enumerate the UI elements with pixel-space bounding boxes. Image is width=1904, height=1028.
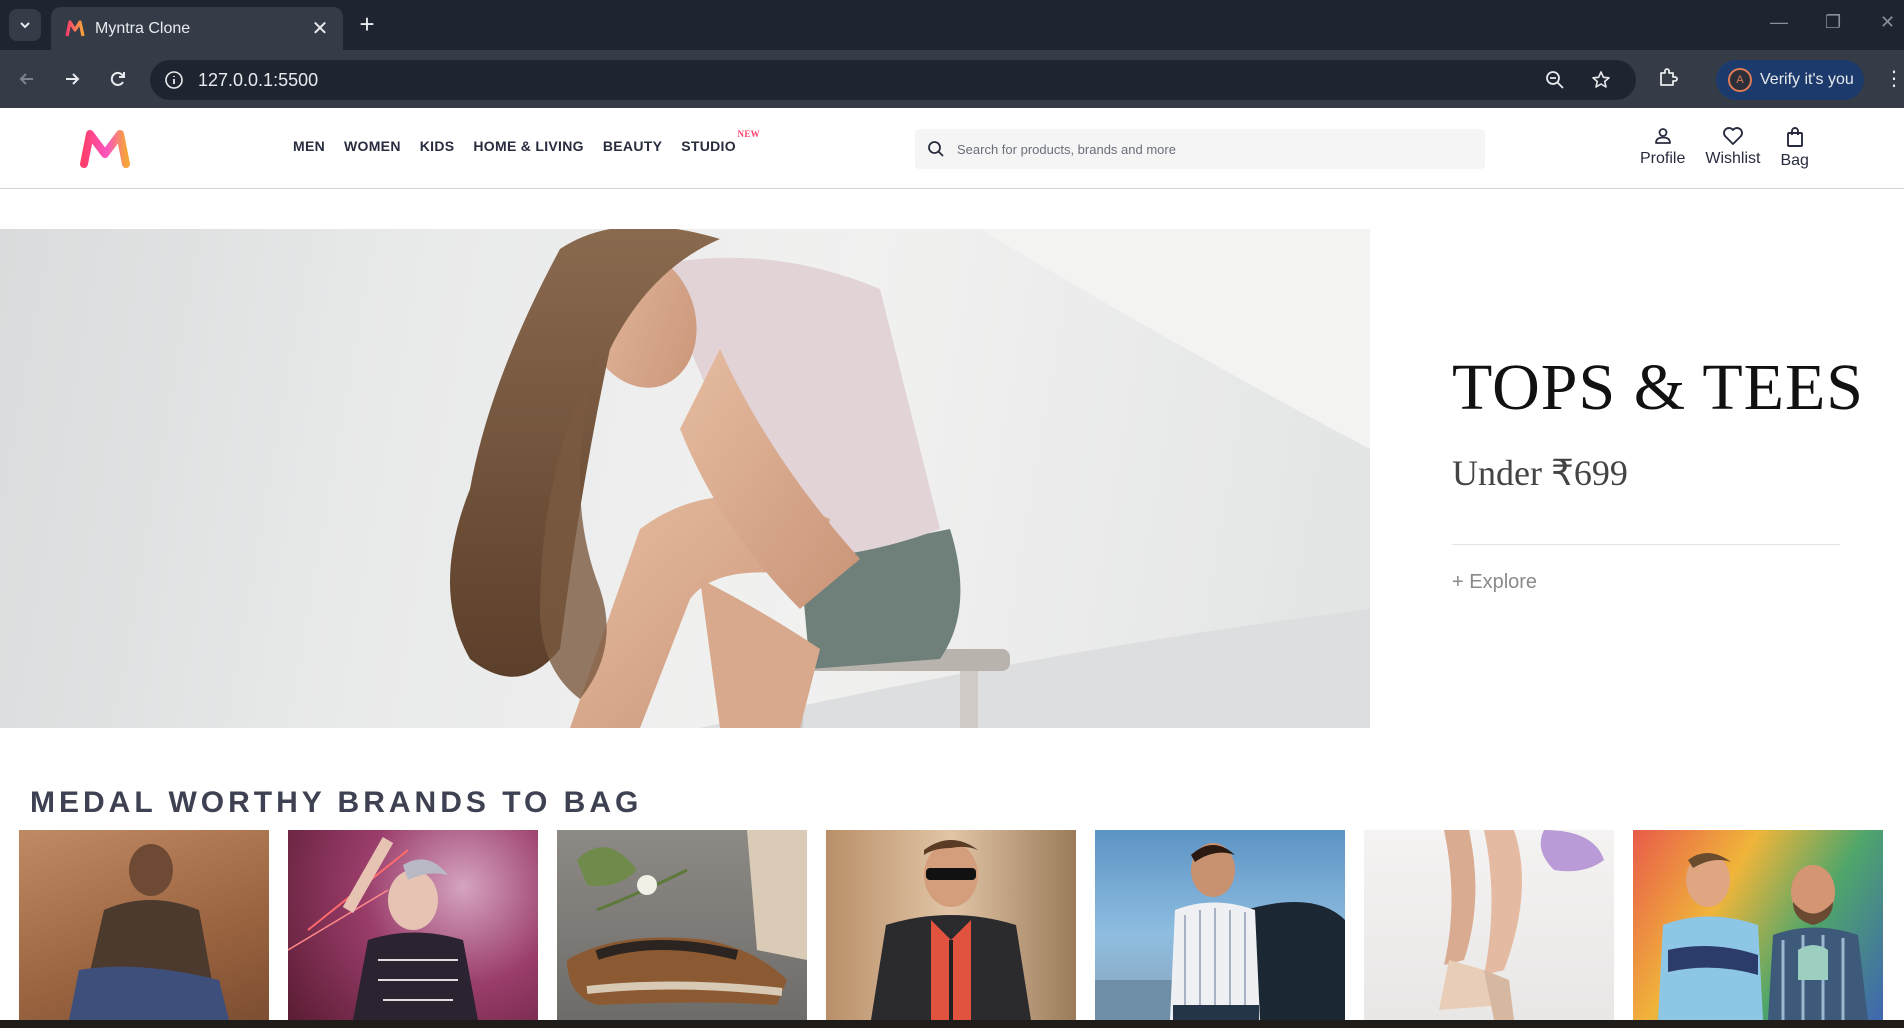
brand-card-6[interactable] <box>1364 830 1614 1020</box>
profile-label: Profile <box>1640 150 1686 167</box>
bookmark-star-icon[interactable] <box>1590 69 1612 91</box>
zoom-icon[interactable] <box>1544 69 1566 91</box>
site-header: MEN WOMEN KIDS HOME & LIVING BEAUTY STUD… <box>0 108 1904 189</box>
brand-card-4[interactable] <box>826 830 1076 1020</box>
chevron-down-icon <box>20 22 30 29</box>
bag-label: Bag <box>1780 152 1809 169</box>
extensions-icon[interactable] <box>1656 66 1680 95</box>
profile-action[interactable]: Profile <box>1640 126 1685 170</box>
url-text[interactable]: 127.0.0.1:5500 <box>198 70 1544 91</box>
explore-link[interactable]: + Explore <box>1452 571 1864 594</box>
search-input[interactable] <box>957 141 1457 157</box>
header-actions: Profile Wishlist Bag <box>1640 126 1829 170</box>
brand-card-7[interactable] <box>1633 830 1883 1020</box>
new-tab-button[interactable]: + <box>352 10 382 40</box>
search-box <box>915 129 1485 169</box>
reload-button[interactable] <box>103 64 133 94</box>
nav-studio-label: STUDIO <box>681 138 736 154</box>
new-badge: NEW <box>737 129 760 139</box>
brand-cards-row <box>19 830 1902 1020</box>
brands-section-title: MEDAL WORTHY BRANDS TO BAG <box>30 786 643 819</box>
tab-close-icon[interactable]: ✕ <box>309 16 331 41</box>
verify-label: Verify it's you <box>1760 71 1854 88</box>
site-info-icon[interactable] <box>164 70 184 90</box>
nav-studio[interactable]: STUDIO NEW <box>681 129 759 154</box>
taskbar-edge <box>0 1020 1904 1028</box>
browser-menu-icon[interactable]: ⋮ <box>1884 66 1904 92</box>
browser-tab-active[interactable]: Myntra Clone ✕ <box>51 7 343 50</box>
tab-search-button[interactable] <box>9 9 41 41</box>
bag-icon <box>1786 127 1803 147</box>
forward-button[interactable] <box>57 64 87 94</box>
nav-beauty[interactable]: BEAUTY <box>603 138 662 154</box>
myntra-favicon-icon <box>65 19 85 36</box>
back-button[interactable] <box>12 64 42 94</box>
bag-action[interactable]: Bag <box>1780 126 1809 170</box>
hero-banner-image[interactable] <box>0 229 1370 728</box>
brand-card-2[interactable] <box>288 830 538 1020</box>
hero-text-block: TOPS & TEES Under ₹699 + Explore <box>1452 350 1864 594</box>
hero-title: TOPS & TEES <box>1452 351 1864 424</box>
browser-toolbar: 127.0.0.1:5500 A Verify it's you ⋮ <box>0 50 1904 108</box>
brand-card-1[interactable] <box>19 830 269 1020</box>
address-bar[interactable]: 127.0.0.1:5500 <box>150 60 1636 100</box>
browser-tabstrip: Myntra Clone ✕ + — ❐ ✕ <box>0 0 1904 50</box>
nav-men[interactable]: MEN <box>293 138 325 154</box>
heart-icon <box>1722 127 1743 145</box>
nav-kids[interactable]: KIDS <box>420 138 455 154</box>
main-nav: MEN WOMEN KIDS HOME & LIVING BEAUTY STUD… <box>293 129 760 154</box>
verify-identity-button[interactable]: A Verify it's you <box>1716 60 1864 100</box>
hero-divider <box>1452 544 1840 545</box>
myntra-logo-icon[interactable] <box>80 128 130 168</box>
arrow-right-icon <box>66 73 80 85</box>
wishlist-action[interactable]: Wishlist <box>1705 126 1760 170</box>
minimize-icon[interactable]: — <box>1770 12 1788 33</box>
hero-subtitle: Under ₹699 <box>1452 453 1628 493</box>
user-icon <box>1654 128 1671 144</box>
brand-card-5[interactable] <box>1095 830 1345 1020</box>
nav-women[interactable]: WOMEN <box>344 138 401 154</box>
restore-icon[interactable]: ❐ <box>1825 12 1841 33</box>
nav-home-living[interactable]: HOME & LIVING <box>473 138 583 154</box>
tab-title: Myntra Clone <box>95 19 191 37</box>
brand-card-3[interactable] <box>557 830 807 1020</box>
arrow-left-icon <box>19 73 33 85</box>
hero-photo-illustration <box>450 229 1370 728</box>
wishlist-label: Wishlist <box>1705 150 1761 167</box>
reload-icon <box>110 71 125 86</box>
search-icon[interactable] <box>927 140 945 158</box>
avatar: A <box>1728 68 1752 92</box>
close-window-icon[interactable]: ✕ <box>1880 12 1895 33</box>
